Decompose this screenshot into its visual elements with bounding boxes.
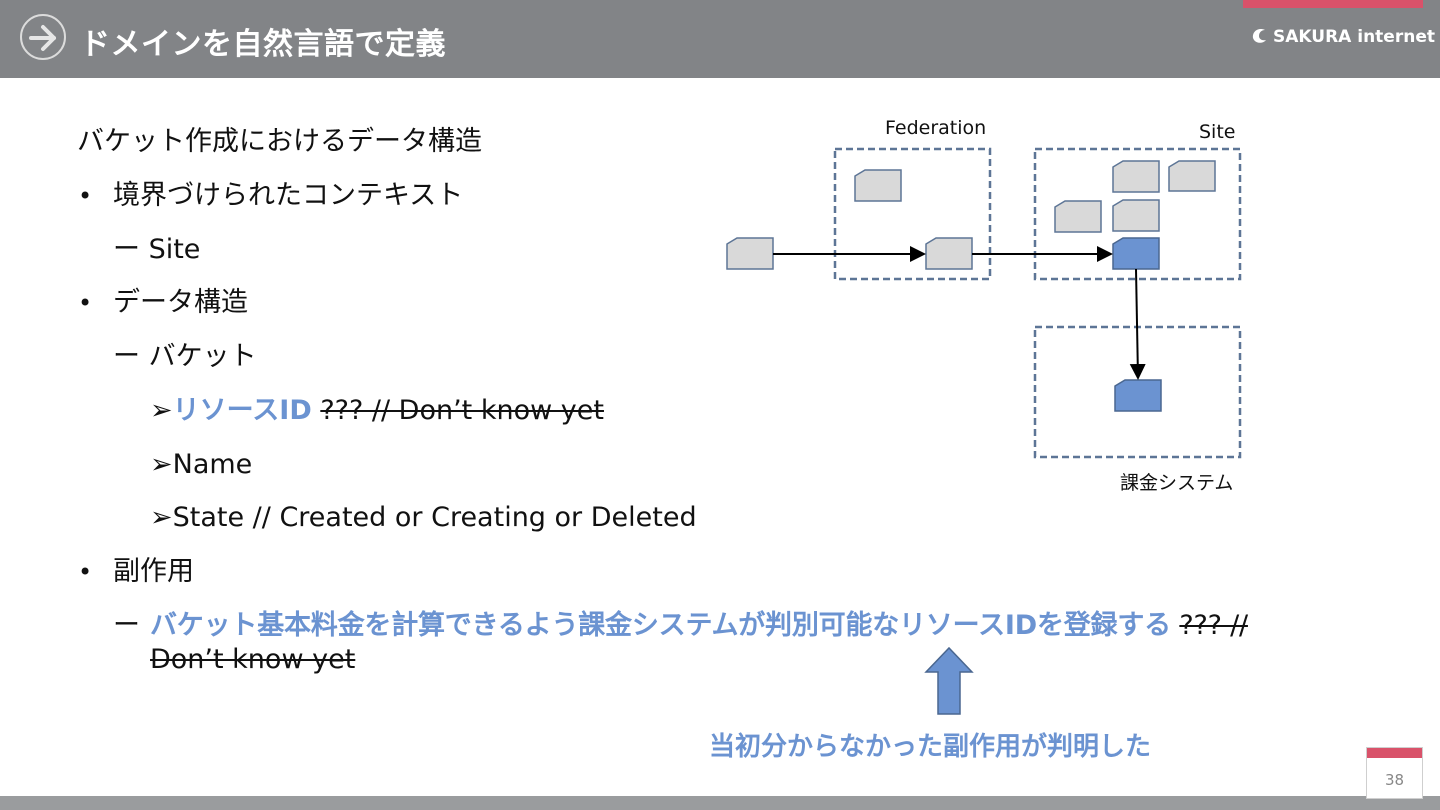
site-bucket-card	[1112, 237, 1160, 270]
site-card	[1054, 200, 1102, 233]
callout-text: 当初分からなかった副作用が判明した	[709, 732, 1152, 762]
federation-label: Federation	[885, 117, 987, 139]
footer-bar	[0, 796, 1440, 810]
billing-resource-card	[1114, 379, 1162, 412]
site-card	[1112, 160, 1160, 193]
page-number: 38	[1384, 771, 1405, 789]
site-label: Site	[1199, 121, 1236, 143]
page-number-box: 38	[1366, 747, 1423, 799]
site-card	[1112, 199, 1160, 232]
request-card	[726, 237, 774, 270]
billing-system-label: 課金システム	[1120, 472, 1234, 494]
page-number-accent	[1367, 748, 1422, 758]
federation-card-bottom	[925, 237, 973, 270]
up-arrow-icon	[924, 646, 974, 715]
arrow-to-billing	[1129, 268, 1146, 380]
site-card	[1168, 160, 1216, 192]
federation-card-top	[854, 169, 902, 202]
